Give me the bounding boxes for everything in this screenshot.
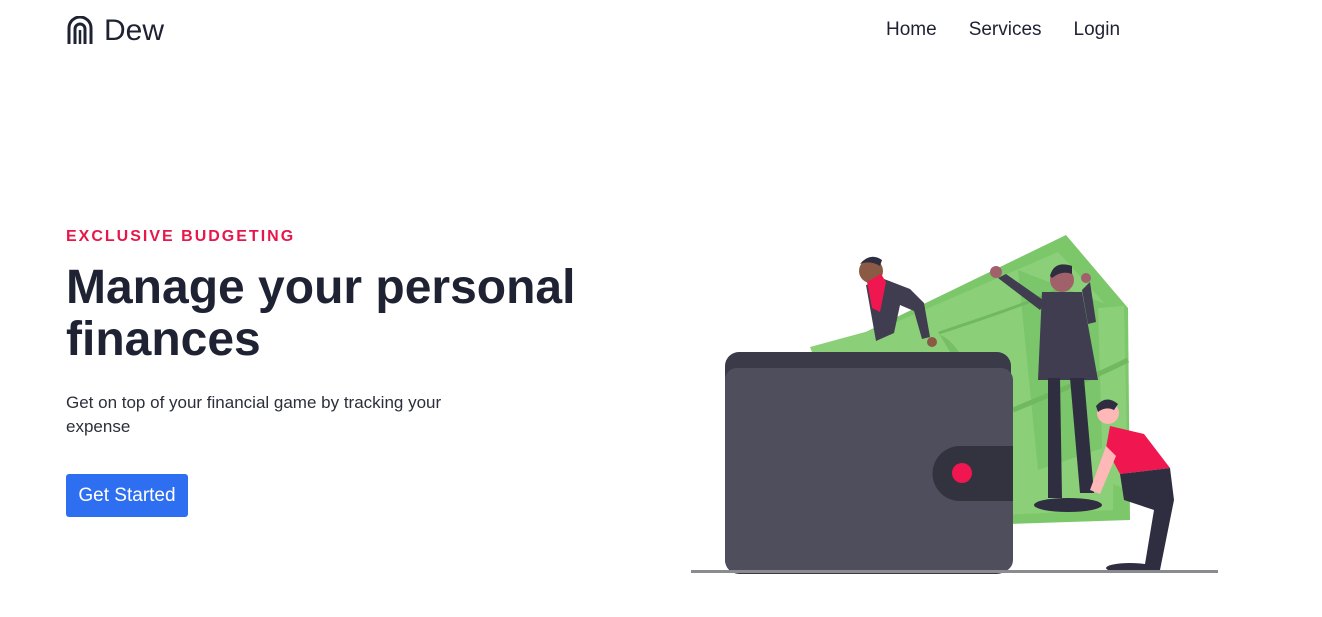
landing-page: Dew Home Services Login EXCLUSIVE BUDGET…	[0, 0, 1322, 617]
hero-subtext: Get on top of your financial game by tra…	[66, 393, 442, 436]
nav-login[interactable]: Login	[1074, 16, 1121, 44]
get-started-button[interactable]: Get Started	[66, 474, 188, 517]
hero-eyebrow: EXCLUSIVE BUDGETING	[66, 228, 296, 245]
brand-name: Dew	[104, 14, 165, 47]
hero-headline: Manage your personal finances	[66, 261, 576, 366]
nav-home[interactable]: Home	[886, 16, 937, 44]
dew-logo-icon	[67, 16, 93, 44]
wallet-money-people-illustration	[691, 235, 1218, 574]
brand-link[interactable]: Dew	[66, 12, 164, 50]
nav-services[interactable]: Services	[969, 16, 1042, 44]
main-nav: Home Services Login	[886, 16, 1120, 44]
